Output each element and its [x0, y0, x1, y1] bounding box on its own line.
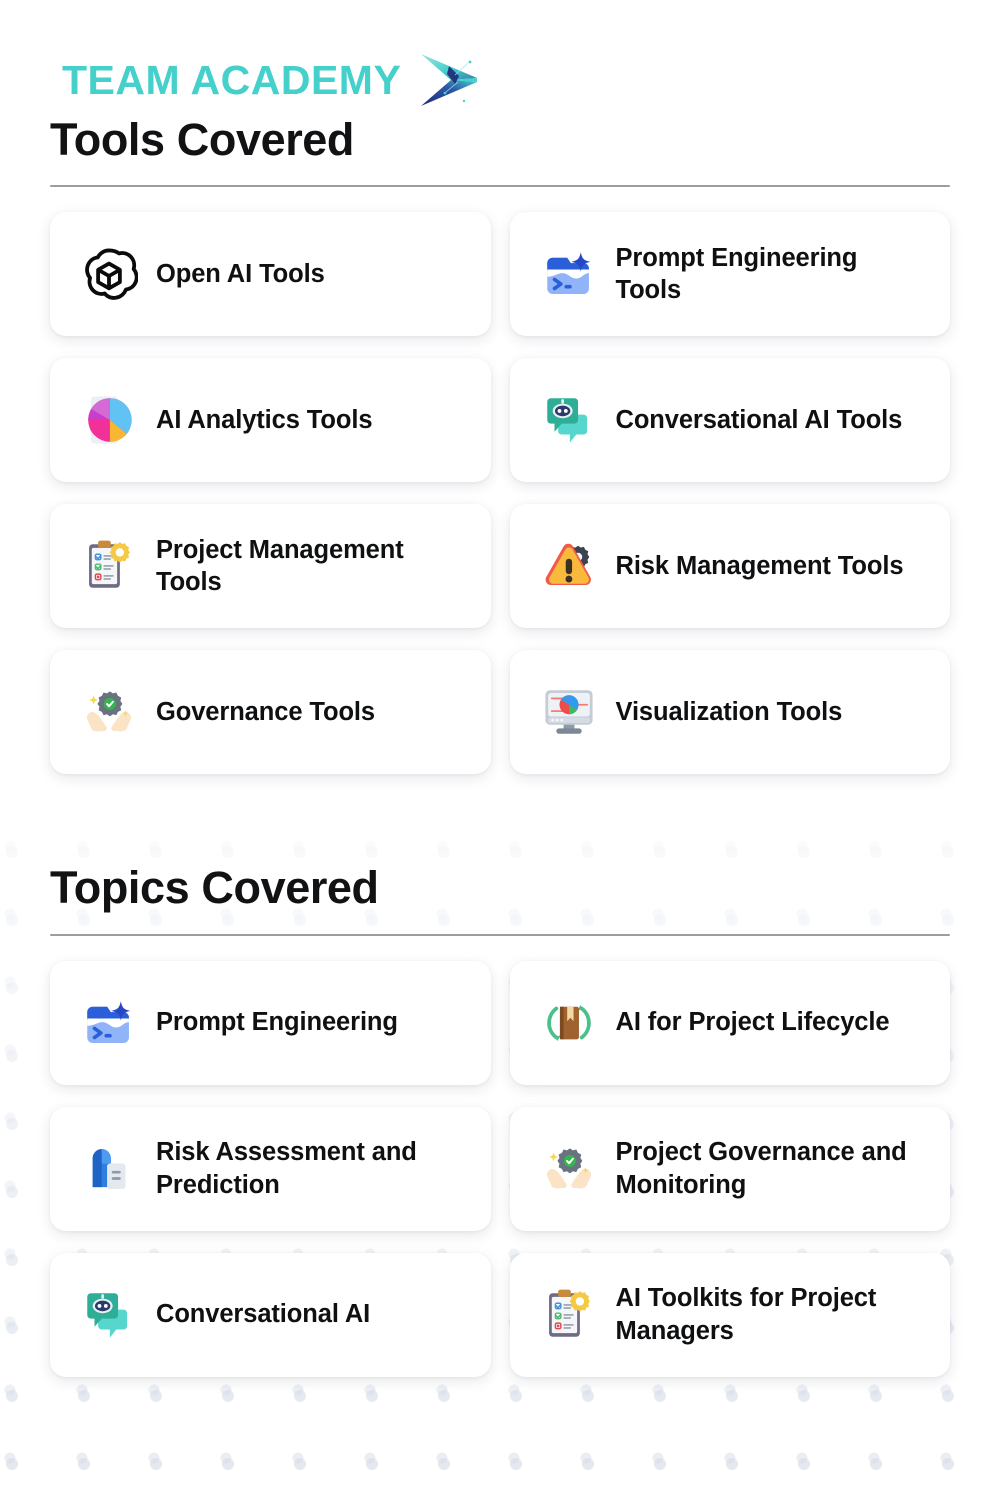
warning-triangle-gear-icon: [540, 537, 598, 595]
chatbot-speech-bubble-icon: [540, 391, 598, 449]
topics-card-grid: Prompt Engineering AI for Project Lifecy…: [50, 960, 950, 1377]
card-label: Governance Tools: [156, 697, 375, 726]
card-governance-tools[interactable]: Governance Tools: [50, 650, 491, 775]
card-label: Visualization Tools: [615, 697, 843, 726]
poster-page: TEAM ACADEMY Tools Covered Open AI Tools…: [0, 0, 1000, 1500]
card-visualization-tools[interactable]: Visualization Tools: [509, 650, 950, 775]
clipboard-checklist-gear-icon: [80, 537, 138, 595]
book-recycle-arrows-icon: [540, 994, 598, 1052]
brand-name: TEAM ACADEMY: [62, 56, 402, 103]
pie-chart-analytics-icon: [80, 391, 138, 449]
card-label: Conversational AI Tools: [615, 405, 903, 434]
card-label: AI for Project Lifecycle: [615, 1008, 890, 1037]
card-ai-toolkits-for-project-managers[interactable]: AI Toolkits for Project Managers: [509, 1252, 950, 1377]
card-project-governance-and-monitoring[interactable]: Project Governance and Monitoring: [509, 1106, 950, 1231]
card-risk-management-tools[interactable]: Risk Management Tools: [509, 504, 950, 629]
card-label: Risk Assessment and Prediction: [156, 1137, 417, 1199]
card-risk-assessment-and-prediction[interactable]: Risk Assessment and Prediction: [50, 1106, 491, 1231]
card-open-ai-tools[interactable]: Open AI Tools: [50, 212, 491, 337]
card-ai-analytics-tools[interactable]: AI Analytics Tools: [50, 358, 491, 483]
card-label: Risk Management Tools: [615, 551, 904, 580]
hands-gear-check-icon: [540, 1140, 598, 1198]
card-label: AI Toolkits for Project Managers: [615, 1283, 877, 1345]
arrow-chevron-logo-icon: [415, 44, 487, 116]
page-content: TEAM ACADEMY Tools Covered Open AI Tools…: [0, 0, 1000, 1377]
section-tools-covered: Tools Covered Open AI Tools Prompt Engin…: [0, 114, 1000, 775]
section-topics-covered: Topics Covered Prompt Engineering AI for…: [0, 830, 1000, 1377]
prompt-terminal-sparkle-icon: [80, 994, 138, 1052]
monitor-pie-chart-icon: [540, 683, 598, 741]
card-conversational-ai[interactable]: Conversational AI: [50, 1252, 491, 1377]
card-prompt-engineering[interactable]: Prompt Engineering: [50, 960, 491, 1085]
tools-card-grid: Open AI Tools Prompt Engineering Tools A…: [50, 212, 950, 775]
chatbot-speech-bubble-icon: [80, 1286, 138, 1344]
section-divider-tools: [50, 185, 950, 188]
brand-header: TEAM ACADEMY: [0, 0, 1000, 116]
card-label: Open AI Tools: [156, 259, 325, 288]
openai-logo-icon: [80, 245, 138, 303]
card-label: Conversational AI: [156, 1300, 371, 1329]
section-title-tools: Tools Covered: [50, 114, 355, 165]
card-conversational-ai-tools[interactable]: Conversational AI Tools: [509, 358, 950, 483]
card-ai-for-project-lifecycle[interactable]: AI for Project Lifecycle: [509, 960, 950, 1085]
card-label: Project Governance and Monitoring: [615, 1137, 907, 1199]
card-label: Project Management Tools: [156, 535, 404, 597]
card-label: AI Analytics Tools: [156, 405, 373, 434]
card-prompt-engineering-tools[interactable]: Prompt Engineering Tools: [509, 212, 950, 337]
clipboard-checklist-gear-icon: [540, 1286, 598, 1344]
hands-gear-check-icon: [80, 683, 138, 741]
section-title-topics: Topics Covered: [50, 862, 379, 914]
card-label: Prompt Engineering: [156, 1008, 398, 1037]
card-label: Prompt Engineering Tools: [615, 243, 858, 305]
blue-document-report-icon: [80, 1140, 138, 1198]
prompt-terminal-sparkle-icon: [540, 245, 598, 303]
section-divider-topics: [50, 933, 950, 936]
card-project-management-tools[interactable]: Project Management Tools: [50, 504, 491, 629]
